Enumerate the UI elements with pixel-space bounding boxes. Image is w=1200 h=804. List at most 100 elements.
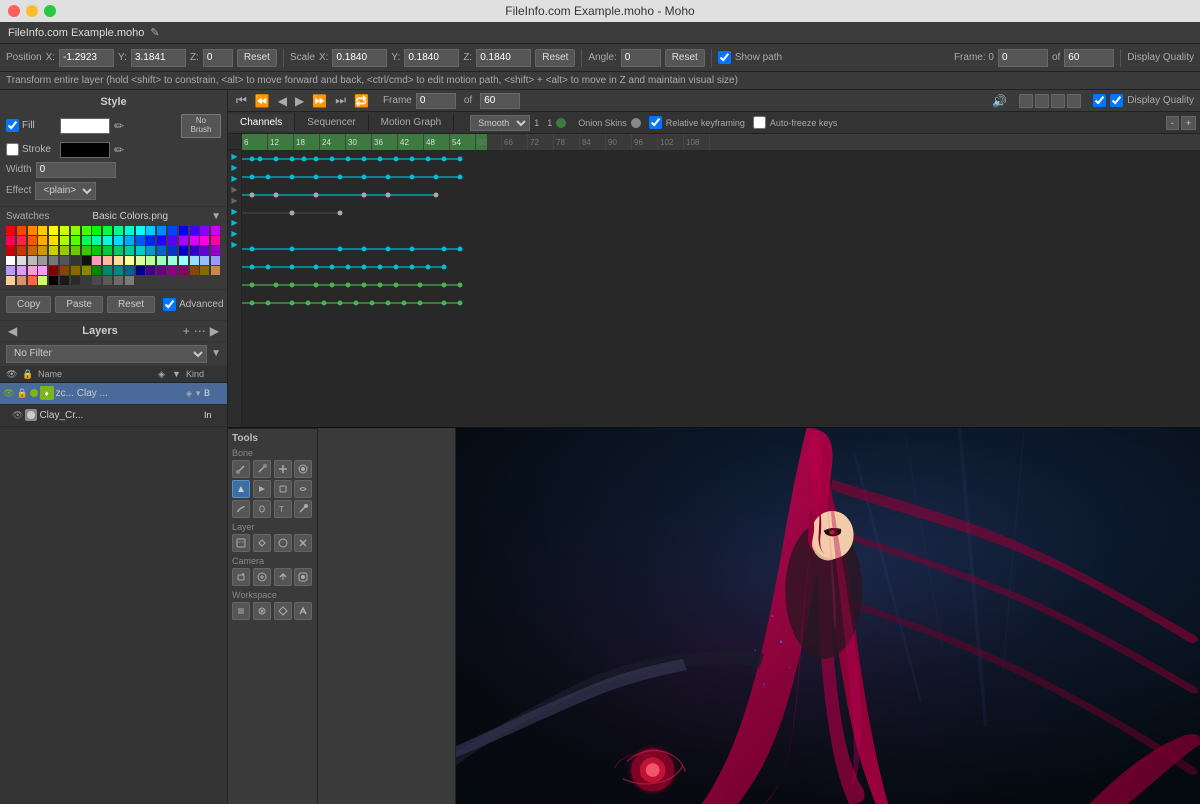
keyframe-dot[interactable]: [410, 264, 415, 269]
keyframe-dot[interactable]: [314, 192, 319, 197]
keyframe-dot[interactable]: [274, 282, 279, 287]
keyframe-dot[interactable]: [250, 300, 255, 305]
timeline-arrow1[interactable]: ▶: [231, 152, 237, 161]
angle-input[interactable]: [621, 49, 661, 67]
keyframe-dot[interactable]: [250, 264, 255, 269]
workspace-tool-3[interactable]: [274, 602, 292, 620]
current-frame-input[interactable]: [416, 93, 456, 109]
swatch-cell[interactable]: [82, 246, 91, 255]
fill-color-swatch[interactable]: [60, 118, 110, 134]
maximize-button[interactable]: [44, 5, 56, 17]
width-input[interactable]: [36, 162, 116, 178]
swatch-cell[interactable]: [200, 246, 209, 255]
layers-left-btn[interactable]: ◀: [6, 324, 19, 338]
swatch-cell[interactable]: [28, 226, 37, 235]
keyframe-dot[interactable]: [434, 192, 439, 197]
keyframe-dot[interactable]: [330, 282, 335, 287]
swatch-cell[interactable]: [146, 226, 155, 235]
tool-btn-7[interactable]: [274, 480, 292, 498]
layers-add-btn[interactable]: +: [181, 324, 192, 338]
prev-frame-button[interactable]: ⏪: [253, 94, 272, 108]
effect-select[interactable]: <plain>: [35, 182, 96, 200]
keyframe-dot[interactable]: [378, 264, 383, 269]
scale-z-input[interactable]: [476, 49, 531, 67]
swatch-cell[interactable]: [211, 246, 220, 255]
keyframe-dot[interactable]: [274, 192, 279, 197]
swatch-cell[interactable]: [125, 246, 134, 255]
swatch-cell[interactable]: [82, 266, 91, 275]
timeline-arrow7[interactable]: ▶: [231, 218, 237, 227]
reset1-button[interactable]: Reset: [237, 49, 277, 67]
keyframe-dot[interactable]: [354, 300, 359, 305]
keyframe-dot[interactable]: [290, 156, 295, 161]
display-quality-checkbox2[interactable]: [1110, 94, 1123, 107]
reset-button[interactable]: Reset: [107, 296, 155, 313]
keyframe-dot[interactable]: [410, 246, 415, 251]
camera-tool-2[interactable]: [253, 568, 271, 586]
swatch-cell[interactable]: [92, 276, 101, 285]
filter-arrow[interactable]: ▼: [211, 348, 221, 359]
swatch-cell[interactable]: [136, 246, 145, 255]
layer-lock-icon[interactable]: 🔒: [16, 388, 27, 399]
swatch-cell[interactable]: [190, 226, 199, 235]
tab-channels[interactable]: Channels: [228, 114, 295, 131]
swatch-cell[interactable]: [17, 256, 26, 265]
swatch-cell[interactable]: [71, 236, 80, 245]
keyframe-dot[interactable]: [266, 300, 271, 305]
keyframe-dot[interactable]: [426, 156, 431, 161]
swatch-cell[interactable]: [114, 266, 123, 275]
keyframe-dot[interactable]: [458, 300, 463, 305]
keyframe-dot[interactable]: [338, 300, 343, 305]
keyframe-dot[interactable]: [290, 174, 295, 179]
swatch-cell[interactable]: [125, 236, 134, 245]
swatch-cell[interactable]: [114, 276, 123, 285]
keyframe-dot[interactable]: [418, 282, 423, 287]
layer-item[interactable]: 👁 Clay_Cr... In: [0, 405, 227, 427]
keyframe-dot[interactable]: [418, 300, 423, 305]
swatch-cell[interactable]: [28, 276, 37, 285]
swatch-cell[interactable]: [136, 256, 145, 265]
swatch-cell[interactable]: [28, 236, 37, 245]
swatch-cell[interactable]: [17, 276, 26, 285]
prev-button[interactable]: ◀: [276, 94, 289, 108]
keyframe-dot[interactable]: [290, 210, 295, 215]
keyframe-dot[interactable]: [442, 282, 447, 287]
keyframe-dot[interactable]: [442, 264, 447, 269]
swatch-cell[interactable]: [125, 256, 134, 265]
advanced-checkbox[interactable]: [163, 298, 176, 311]
swatch-cell[interactable]: [114, 256, 123, 265]
keyframe-dot[interactable]: [442, 156, 447, 161]
swatch-cell[interactable]: [136, 226, 145, 235]
swatch-cell[interactable]: [168, 246, 177, 255]
swatch-cell[interactable]: [49, 246, 58, 255]
tool-btn-10[interactable]: [253, 500, 271, 518]
swatch-cell[interactable]: [49, 276, 58, 285]
swatch-cell[interactable]: [38, 276, 47, 285]
keyframe-dot[interactable]: [250, 174, 255, 179]
keyframe-dot[interactable]: [274, 156, 279, 161]
smooth-select[interactable]: Smooth: [470, 115, 530, 131]
swatch-cell[interactable]: [211, 256, 220, 265]
swatch-cell[interactable]: [146, 246, 155, 255]
swatch-cell[interactable]: [92, 256, 101, 265]
swatch-cell[interactable]: [114, 226, 123, 235]
swatch-cell[interactable]: [190, 236, 199, 245]
stroke-checkbox[interactable]: [6, 143, 19, 156]
swatch-cell[interactable]: [49, 236, 58, 245]
swatch-cell[interactable]: [157, 266, 166, 275]
swatch-cell[interactable]: [200, 226, 209, 235]
canvas-area[interactable]: [456, 428, 1200, 804]
swatch-cell[interactable]: [103, 226, 112, 235]
swatch-cell[interactable]: [179, 226, 188, 235]
keyframe-dot[interactable]: [458, 174, 463, 179]
swatch-cell[interactable]: [92, 226, 101, 235]
keyframe-dot[interactable]: [330, 156, 335, 161]
swatch-cell[interactable]: [92, 236, 101, 245]
swatch-cell[interactable]: [103, 266, 112, 275]
keyframe-dot[interactable]: [314, 264, 319, 269]
keyframe-dot[interactable]: [314, 282, 319, 287]
keyframe-dot[interactable]: [402, 300, 407, 305]
swatch-cell[interactable]: [136, 266, 145, 275]
swatch-cell[interactable]: [49, 256, 58, 265]
timeline-arrow5[interactable]: ▶: [231, 196, 237, 205]
